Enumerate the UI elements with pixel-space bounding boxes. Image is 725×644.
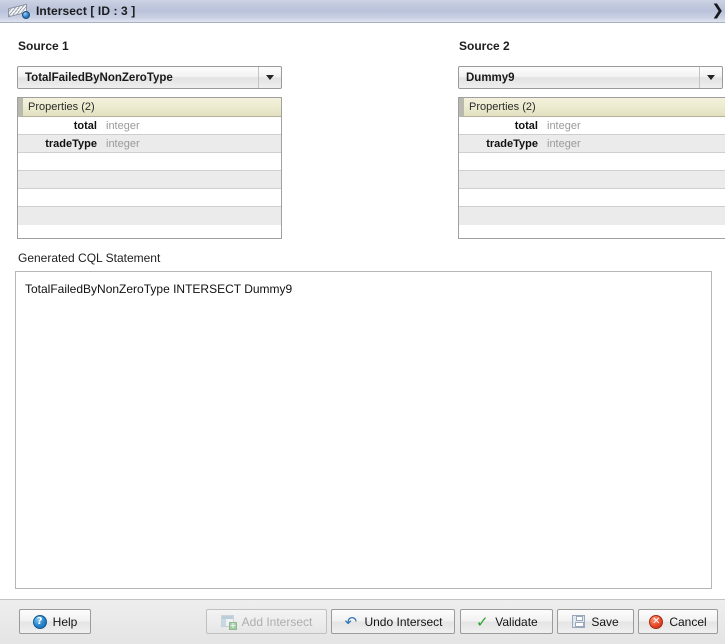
source2-properties-rows: total integer tradeType integer [459, 117, 725, 225]
footer-button-bar: ? Help + Add Intersect ↶ Undo Intersect … [0, 599, 725, 644]
source1-label: Source 1 [18, 39, 69, 53]
undo-intersect-button[interactable]: ↶ Undo Intersect [331, 609, 455, 634]
intersect-dialog: Intersect [ ID : 3 ] ❯ Source 1 TotalFai… [0, 0, 725, 644]
validate-button[interactable]: ✓ Validate [460, 609, 553, 634]
floppy-disk-icon [572, 615, 586, 628]
property-name: total [514, 119, 538, 132]
table-row[interactable] [18, 189, 281, 207]
table-plus-icon: + [220, 614, 237, 630]
source1-combobox[interactable]: TotalFailedByNonZeroType [17, 66, 282, 89]
cancel-button[interactable]: ✕ Cancel [638, 609, 718, 634]
help-button[interactable]: ? Help [19, 609, 91, 634]
table-row[interactable] [459, 207, 725, 225]
validate-button-label: Validate [495, 614, 538, 629]
cancel-button-label: Cancel [669, 614, 707, 629]
property-type: integer [547, 119, 581, 132]
table-row[interactable] [459, 153, 725, 171]
save-button-label: Save [591, 614, 619, 629]
intersect-diagonal-icon [8, 3, 30, 19]
property-name: total [73, 119, 97, 132]
property-type: integer [106, 119, 140, 132]
table-row[interactable] [18, 207, 281, 225]
source1-combobox-value: TotalFailedByNonZeroType [25, 71, 173, 84]
expand-chevron-icon[interactable]: ❯ [711, 2, 724, 19]
source1-properties-table: Properties (2) total integer tradeType i… [17, 97, 282, 239]
question-mark-icon: ? [32, 614, 47, 629]
table-row[interactable]: total integer [459, 117, 725, 135]
property-name: tradeType [486, 137, 538, 150]
source2-properties-table: Properties (2) total integer tradeType i… [458, 97, 725, 239]
table-row[interactable]: tradeType integer [459, 135, 725, 153]
source1-chevron-down-icon[interactable] [258, 67, 281, 88]
table-row[interactable]: tradeType integer [18, 135, 281, 153]
cql-statement-text: TotalFailedByNonZeroType INTERSECT Dummy… [25, 282, 293, 296]
dialog-body: Source 1 TotalFailedByNonZeroType Proper… [0, 24, 725, 599]
table-row[interactable] [18, 153, 281, 171]
save-button[interactable]: Save [557, 609, 634, 634]
green-check-icon: ✓ [475, 612, 489, 631]
source2-properties-header: Properties (2) [459, 98, 725, 117]
source2-combobox-value: Dummy9 [466, 71, 515, 84]
property-name: tradeType [45, 137, 97, 150]
cql-label: Generated CQL Statement [18, 251, 161, 265]
help-button-label: Help [52, 614, 78, 629]
property-type: integer [547, 137, 581, 150]
red-x-circle-icon: ✕ [649, 614, 664, 629]
title-bar: Intersect [ ID : 3 ] ❯ [0, 0, 725, 23]
table-row[interactable]: total integer [18, 117, 281, 135]
table-row[interactable] [18, 171, 281, 189]
add-intersect-button-label: Add Intersect [241, 614, 313, 629]
source2-label: Source 2 [459, 39, 510, 53]
undo-intersect-button-label: Undo Intersect [364, 614, 443, 629]
source2-combobox[interactable]: Dummy9 [458, 66, 723, 89]
table-row[interactable] [459, 171, 725, 189]
table-row[interactable] [459, 189, 725, 207]
window-title: Intersect [ ID : 3 ] [36, 4, 136, 18]
source2-chevron-down-icon[interactable] [699, 67, 722, 88]
property-type: integer [106, 137, 140, 150]
add-intersect-button[interactable]: + Add Intersect [206, 609, 327, 634]
undo-arrow-icon: ↶ [344, 612, 358, 631]
source1-properties-header: Properties (2) [18, 98, 281, 117]
source1-properties-rows: total integer tradeType integer [18, 117, 281, 225]
cql-textarea[interactable]: TotalFailedByNonZeroType INTERSECT Dummy… [15, 271, 712, 589]
